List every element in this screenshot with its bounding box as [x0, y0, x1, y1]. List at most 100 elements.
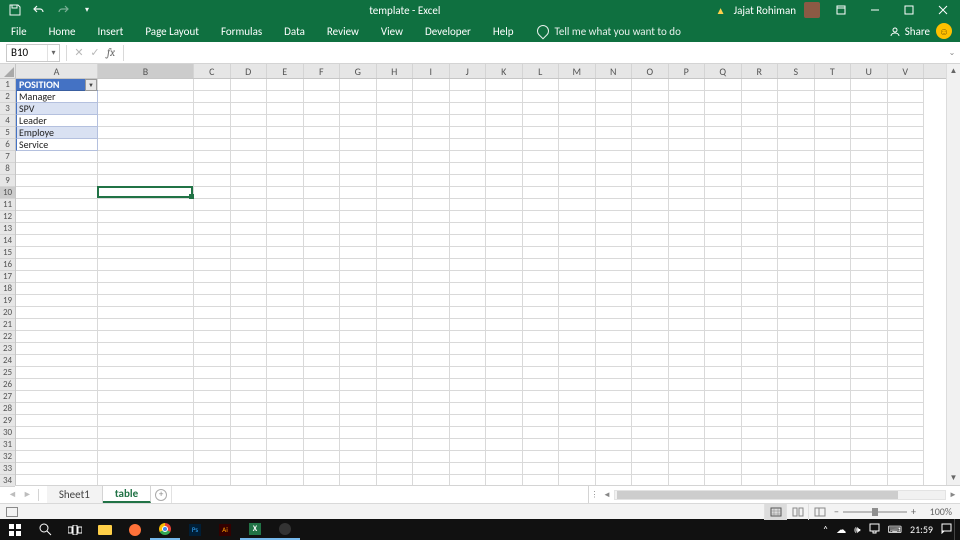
row-header-8[interactable]: 8: [0, 163, 15, 175]
cell[interactable]: [413, 187, 450, 199]
cell[interactable]: [16, 295, 98, 307]
cell[interactable]: [632, 355, 669, 367]
col-header-E[interactable]: E: [267, 64, 304, 78]
cell[interactable]: [523, 127, 560, 139]
cell[interactable]: [377, 439, 414, 451]
cell[interactable]: [705, 223, 742, 235]
cell[interactable]: [304, 379, 341, 391]
cell[interactable]: [742, 331, 779, 343]
cell[interactable]: [851, 427, 888, 439]
cell[interactable]: [669, 175, 706, 187]
cell[interactable]: [815, 307, 852, 319]
cell[interactable]: [632, 439, 669, 451]
cell[interactable]: [888, 163, 925, 175]
cell[interactable]: [231, 151, 268, 163]
cell[interactable]: [778, 151, 815, 163]
cell[interactable]: [523, 271, 560, 283]
cell[interactable]: [778, 295, 815, 307]
cell[interactable]: [778, 139, 815, 151]
cell[interactable]: [231, 79, 268, 91]
row-header-34[interactable]: 34: [0, 475, 15, 487]
cell[interactable]: [778, 451, 815, 463]
cell[interactable]: [815, 211, 852, 223]
cell[interactable]: [377, 127, 414, 139]
cell[interactable]: [377, 259, 414, 271]
cell[interactable]: [377, 415, 414, 427]
cell[interactable]: [559, 283, 596, 295]
cell[interactable]: [851, 415, 888, 427]
cell[interactable]: [559, 115, 596, 127]
cell[interactable]: [231, 439, 268, 451]
cell[interactable]: [559, 319, 596, 331]
cell[interactable]: [340, 355, 377, 367]
cell[interactable]: [267, 211, 304, 223]
cell[interactable]: [377, 151, 414, 163]
cell[interactable]: [523, 475, 560, 485]
cell[interactable]: [267, 367, 304, 379]
cell[interactable]: [778, 223, 815, 235]
cell[interactable]: [559, 211, 596, 223]
cell[interactable]: [888, 307, 925, 319]
formula-expand-icon[interactable]: ⌄: [944, 48, 960, 58]
cell[interactable]: [888, 271, 925, 283]
cell[interactable]: [778, 367, 815, 379]
cell[interactable]: [815, 439, 852, 451]
cell[interactable]: [340, 295, 377, 307]
cell[interactable]: [596, 283, 633, 295]
cell[interactable]: [705, 259, 742, 271]
cell[interactable]: [888, 139, 925, 151]
cell[interactable]: [267, 79, 304, 91]
cell[interactable]: [16, 151, 98, 163]
cell[interactable]: [705, 415, 742, 427]
cell[interactable]: [267, 259, 304, 271]
cell[interactable]: [413, 271, 450, 283]
cell[interactable]: [559, 307, 596, 319]
cell[interactable]: [523, 427, 560, 439]
cell[interactable]: [632, 475, 669, 485]
cell[interactable]: [888, 259, 925, 271]
cell[interactable]: [596, 91, 633, 103]
tab-scroll-left-icon[interactable]: ◄: [8, 489, 17, 500]
cell[interactable]: [705, 175, 742, 187]
cell[interactable]: [486, 451, 523, 463]
cell[interactable]: [596, 403, 633, 415]
cell[interactable]: [815, 175, 852, 187]
cell[interactable]: [486, 223, 523, 235]
cell[interactable]: [231, 259, 268, 271]
cell[interactable]: [778, 415, 815, 427]
cell[interactable]: [559, 199, 596, 211]
cell[interactable]: [304, 79, 341, 91]
cell[interactable]: [851, 439, 888, 451]
cell[interactable]: [559, 451, 596, 463]
cell[interactable]: [98, 391, 194, 403]
qat-customize-icon[interactable]: ▾: [80, 3, 94, 17]
cell[interactable]: [815, 475, 852, 485]
cell[interactable]: [267, 379, 304, 391]
cell[interactable]: [596, 415, 633, 427]
cell[interactable]: [596, 439, 633, 451]
cell[interactable]: [778, 403, 815, 415]
cell[interactable]: [194, 151, 231, 163]
cell[interactable]: [742, 175, 779, 187]
cell[interactable]: [888, 379, 925, 391]
cell[interactable]: [377, 211, 414, 223]
cell[interactable]: [742, 415, 779, 427]
cell[interactable]: [340, 175, 377, 187]
cell[interactable]: [523, 367, 560, 379]
cell[interactable]: [486, 427, 523, 439]
cell[interactable]: [851, 319, 888, 331]
zoom-slider[interactable]: [843, 511, 907, 513]
col-header-F[interactable]: F: [304, 64, 341, 78]
cell[interactable]: [815, 235, 852, 247]
cell[interactable]: [267, 439, 304, 451]
cell[interactable]: [267, 295, 304, 307]
cell[interactable]: [377, 343, 414, 355]
cell[interactable]: [267, 319, 304, 331]
cell[interactable]: [194, 367, 231, 379]
cell[interactable]: [377, 175, 414, 187]
cell[interactable]: [742, 367, 779, 379]
taskbar-excel-icon[interactable]: X: [240, 519, 270, 540]
cell[interactable]: [669, 415, 706, 427]
sheet-tab-sheet1[interactable]: Sheet1: [47, 486, 103, 503]
cell[interactable]: [486, 367, 523, 379]
